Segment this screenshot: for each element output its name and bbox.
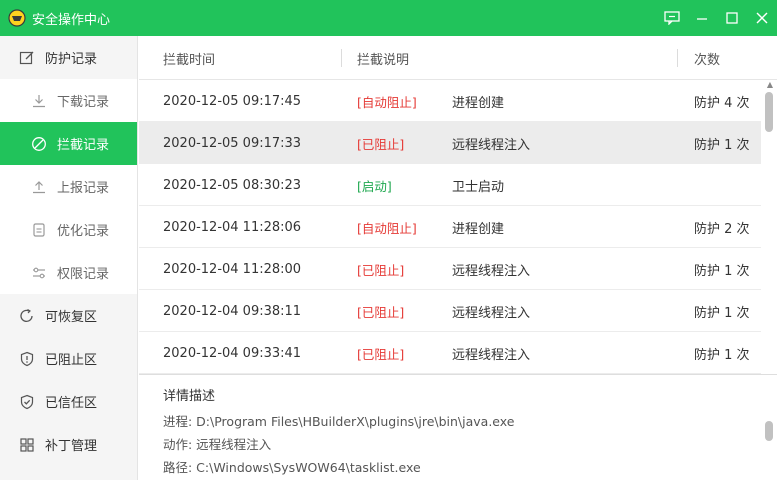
close-icon bbox=[756, 12, 768, 24]
sidebar-item-optimize-records[interactable]: 优化记录 bbox=[0, 208, 137, 251]
minimize-button[interactable] bbox=[687, 0, 717, 36]
sliders-icon bbox=[30, 264, 48, 282]
row-action-badge: [启动] bbox=[357, 178, 392, 194]
row-action-badge: [已阻止] bbox=[357, 136, 405, 152]
shield-check-icon bbox=[18, 393, 36, 411]
sidebar-item-download-records[interactable]: 下载记录 bbox=[0, 79, 137, 122]
sidebar-item-blocked-zone[interactable]: 已阻止区 bbox=[0, 337, 137, 380]
maximize-icon bbox=[726, 12, 738, 24]
column-header-time[interactable]: 拦截时间 bbox=[163, 36, 215, 80]
edit-icon bbox=[18, 49, 36, 67]
table-scroll-thumb[interactable] bbox=[765, 92, 773, 132]
sidebar-item-label: 可恢复区 bbox=[45, 310, 98, 325]
row-time: 2020-12-04 11:28:00 bbox=[163, 261, 302, 277]
row-action-badge: [已阻止] bbox=[357, 346, 405, 362]
table-row[interactable]: 2020-12-04 09:38:11 [已阻止] 远程线程注入 防护 1 次 bbox=[139, 290, 761, 332]
title-bar: 安全操作中心 bbox=[0, 0, 777, 36]
sidebar-item-label: 下载记录 bbox=[57, 95, 110, 110]
table-scrollbar[interactable]: ▲ bbox=[763, 80, 777, 374]
column-header-desc[interactable]: 拦截说明 bbox=[357, 36, 409, 80]
detail-path-line: 路径: C:\Windows\SysWOW64\tasklist.exe bbox=[163, 460, 421, 475]
sidebar: 防护记录 下载记录 拦截记录 上报记录 优化记录 权限记录 可恢复区 已阻止区 … bbox=[0, 36, 138, 480]
row-description: 远程线程注入 bbox=[452, 305, 531, 321]
grid-icon bbox=[18, 436, 36, 454]
records-table: 2020-12-05 09:17:45 [自动阻止] 进程创建 防护 4 次 2… bbox=[139, 80, 761, 374]
row-time: 2020-12-04 11:28:06 bbox=[163, 219, 302, 235]
sidebar-item-label: 已阻止区 bbox=[45, 353, 98, 368]
sidebar-item-label: 补丁管理 bbox=[45, 439, 98, 454]
row-description: 进程创建 bbox=[452, 95, 505, 111]
row-count: 防护 1 次 bbox=[694, 347, 750, 363]
row-time: 2020-12-04 09:33:41 bbox=[163, 345, 302, 361]
document-icon bbox=[30, 221, 48, 239]
row-count: 防护 2 次 bbox=[694, 221, 750, 237]
row-description: 远程线程注入 bbox=[452, 263, 531, 279]
row-count: 防护 1 次 bbox=[694, 137, 750, 153]
detail-title: 详情描述 bbox=[163, 389, 216, 404]
row-count: 防护 1 次 bbox=[694, 305, 750, 321]
sidebar-item-intercept-records[interactable]: 拦截记录 bbox=[0, 122, 137, 165]
sidebar-item-recoverable-zone[interactable]: 可恢复区 bbox=[0, 294, 137, 337]
column-divider[interactable] bbox=[677, 49, 678, 67]
table-row[interactable]: 2020-12-04 11:28:06 [自动阻止] 进程创建 防护 2 次 bbox=[139, 206, 761, 248]
minimize-icon bbox=[697, 18, 707, 20]
app-logo-icon bbox=[8, 9, 26, 27]
row-description: 远程线程注入 bbox=[452, 137, 531, 153]
main-panel: 拦截时间 拦截说明 次数 2020-12-05 09:17:45 [自动阻止] … bbox=[139, 36, 777, 480]
sidebar-item-report-records[interactable]: 上报记录 bbox=[0, 165, 137, 208]
table-row[interactable]: 2020-12-04 11:28:00 [已阻止] 远程线程注入 防护 1 次 bbox=[139, 248, 761, 290]
row-description: 卫士启动 bbox=[452, 179, 505, 195]
sidebar-item-patch-management[interactable]: 补丁管理 bbox=[0, 423, 137, 466]
table-row-selected[interactable]: 2020-12-05 09:17:33 [已阻止] 远程线程注入 防护 1 次 bbox=[139, 122, 761, 164]
table-row[interactable]: 2020-12-05 09:17:45 [自动阻止] 进程创建 防护 4 次 bbox=[139, 80, 761, 122]
detail-process-line: 进程: D:\Program Files\HBuilderX\plugins\j… bbox=[163, 414, 515, 429]
maximize-button[interactable] bbox=[717, 0, 747, 36]
row-time: 2020-12-05 09:17:45 bbox=[163, 93, 302, 109]
table-row[interactable]: 2020-12-05 08:30:23 [启动] 卫士启动 bbox=[139, 164, 761, 206]
column-divider[interactable] bbox=[341, 49, 342, 67]
upload-icon bbox=[30, 178, 48, 196]
row-time: 2020-12-05 09:17:33 bbox=[163, 135, 302, 151]
detail-action-line: 动作: 远程线程注入 bbox=[163, 437, 272, 452]
row-time: 2020-12-04 09:38:11 bbox=[163, 303, 302, 319]
sidebar-item-label: 权限记录 bbox=[57, 267, 110, 282]
sidebar-item-label: 拦截记录 bbox=[57, 138, 110, 153]
table-row[interactable]: 2020-12-04 09:33:41 [已阻止] 远程线程注入 防护 1 次 bbox=[139, 332, 761, 374]
row-time: 2020-12-05 08:30:23 bbox=[163, 177, 302, 193]
sidebar-item-permission-records[interactable]: 权限记录 bbox=[0, 251, 137, 294]
feedback-button[interactable] bbox=[657, 0, 687, 36]
sidebar-item-label: 上报记录 bbox=[57, 181, 110, 196]
row-description: 进程创建 bbox=[452, 221, 505, 237]
block-icon bbox=[30, 135, 48, 153]
table-header: 拦截时间 拦截说明 次数 bbox=[139, 36, 777, 80]
row-action-badge: [已阻止] bbox=[357, 262, 405, 278]
column-header-count[interactable]: 次数 bbox=[694, 36, 720, 80]
shield-exclaim-icon bbox=[18, 350, 36, 368]
detail-scroll-thumb[interactable] bbox=[765, 421, 773, 441]
row-action-badge: [已阻止] bbox=[357, 304, 405, 320]
detail-scrollbar[interactable] bbox=[763, 375, 777, 480]
row-count: 防护 4 次 bbox=[694, 95, 750, 111]
detail-panel: 详情描述 进程: D:\Program Files\HBuilderX\plug… bbox=[139, 374, 777, 480]
sidebar-item-label: 优化记录 bbox=[57, 224, 110, 239]
row-action-badge: [自动阻止] bbox=[357, 94, 417, 110]
row-action-badge: [自动阻止] bbox=[357, 220, 417, 236]
close-button[interactable] bbox=[747, 0, 777, 36]
sidebar-item-protection-records[interactable]: 防护记录 bbox=[0, 36, 137, 79]
row-count: 防护 1 次 bbox=[694, 263, 750, 279]
row-description: 远程线程注入 bbox=[452, 347, 531, 363]
restore-icon bbox=[18, 307, 36, 325]
sidebar-item-label: 防护记录 bbox=[45, 52, 98, 67]
sidebar-item-trusted-zone[interactable]: 已信任区 bbox=[0, 380, 137, 423]
feedback-icon bbox=[664, 11, 680, 25]
window-title: 安全操作中心 bbox=[32, 12, 111, 28]
scroll-up-icon[interactable]: ▲ bbox=[763, 80, 777, 92]
sidebar-item-label: 已信任区 bbox=[45, 396, 98, 411]
download-icon bbox=[30, 92, 48, 110]
